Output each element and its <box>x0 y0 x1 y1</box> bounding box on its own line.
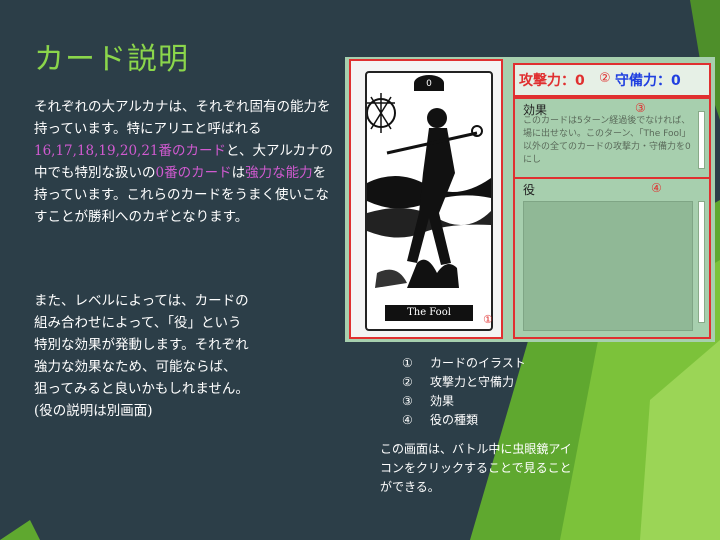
role-line: 狙ってみると良いかもしれません。 <box>34 381 249 397</box>
defense-value: 守備力：0 <box>615 73 681 89</box>
attack-value: 攻撃力：0 <box>519 73 585 89</box>
card-illustration-frame: 0 The Fool ① <box>349 59 503 339</box>
card-name-label: The Fool <box>385 305 473 321</box>
legend-item: ④ 役の種類 <box>402 413 479 427</box>
role-line: 強力な効果なため、可能ならば、 <box>34 359 237 375</box>
role-line: また、レベルによっては、カードの <box>34 293 249 309</box>
intro-paragraph: それぞれの大アルカナは、それぞれ固有の能力を持っています。特にアリエと呼ばれる 1… <box>34 96 334 228</box>
legend-list: ① カードのイラスト ② 攻撃力と守備力 ③ 効果 ④ 役の種類 <box>402 354 526 430</box>
effect-box: 効果 ③ このカードは5ターン経過後でなければ、場に出せない。このターン、「Th… <box>513 97 711 179</box>
legend-item: ③ 効果 <box>402 394 455 408</box>
tarot-card: 0 The Fool <box>365 71 493 331</box>
intro-text-e: は <box>231 165 246 181</box>
role-title: 役 <box>523 183 536 197</box>
role-box: 役 ④ <box>513 177 711 339</box>
slide: カード説明 それぞれの大アルカナは、それぞれ固有の能力を持っています。特にアリエ… <box>0 0 720 540</box>
usage-note: この画面は、バトル中に虫眼鏡アイコンをクリックすることで見ることができる。 <box>380 442 572 494</box>
legend-item: ② 攻撃力と守備力 <box>402 375 515 389</box>
intro-highlight-ariee: 16,17,18,19,20,21番のカード <box>34 143 227 159</box>
role-scrollbar[interactable] <box>698 201 705 323</box>
role-list <box>523 201 693 331</box>
page-title: カード説明 <box>34 42 189 77</box>
marker-3: ③ <box>635 101 646 115</box>
intro-highlight-zero: 0番のカード <box>155 165 232 181</box>
marker-1: ① <box>483 313 493 326</box>
effect-scrollbar[interactable] <box>698 111 705 169</box>
role-line: 特別な効果が発動します。それぞれ <box>34 337 249 353</box>
role-line: 組み合わせによって、「役」という <box>34 315 242 331</box>
intro-text-a: それぞれの大アルカナは、それぞれ固有の能力を持っています。特にアリエと呼ばれる <box>34 99 331 137</box>
legend-item: ① カードのイラスト <box>402 356 526 370</box>
marker-4: ④ <box>651 181 662 195</box>
effect-text: このカードは5ターン経過後でなければ、場に出せない。このターン、「The Foo… <box>523 116 691 165</box>
intro-highlight-power: 強力な能力 <box>245 165 313 181</box>
fool-illustration-icon <box>367 93 491 288</box>
role-paragraph: また、レベルによっては、カードの 組み合わせによって、「役」という 特別な効果が… <box>34 290 334 422</box>
marker-2: ② <box>599 71 611 86</box>
stats-box: 攻撃力：0 ② 守備力：0 <box>513 63 711 97</box>
card-detail-screenshot: 0 The Fool ① 攻撃力：0 ② 守備力：0 効果 ③ このカードは5タ… <box>345 57 715 342</box>
role-line: (役の説明は別画面) <box>34 403 153 419</box>
